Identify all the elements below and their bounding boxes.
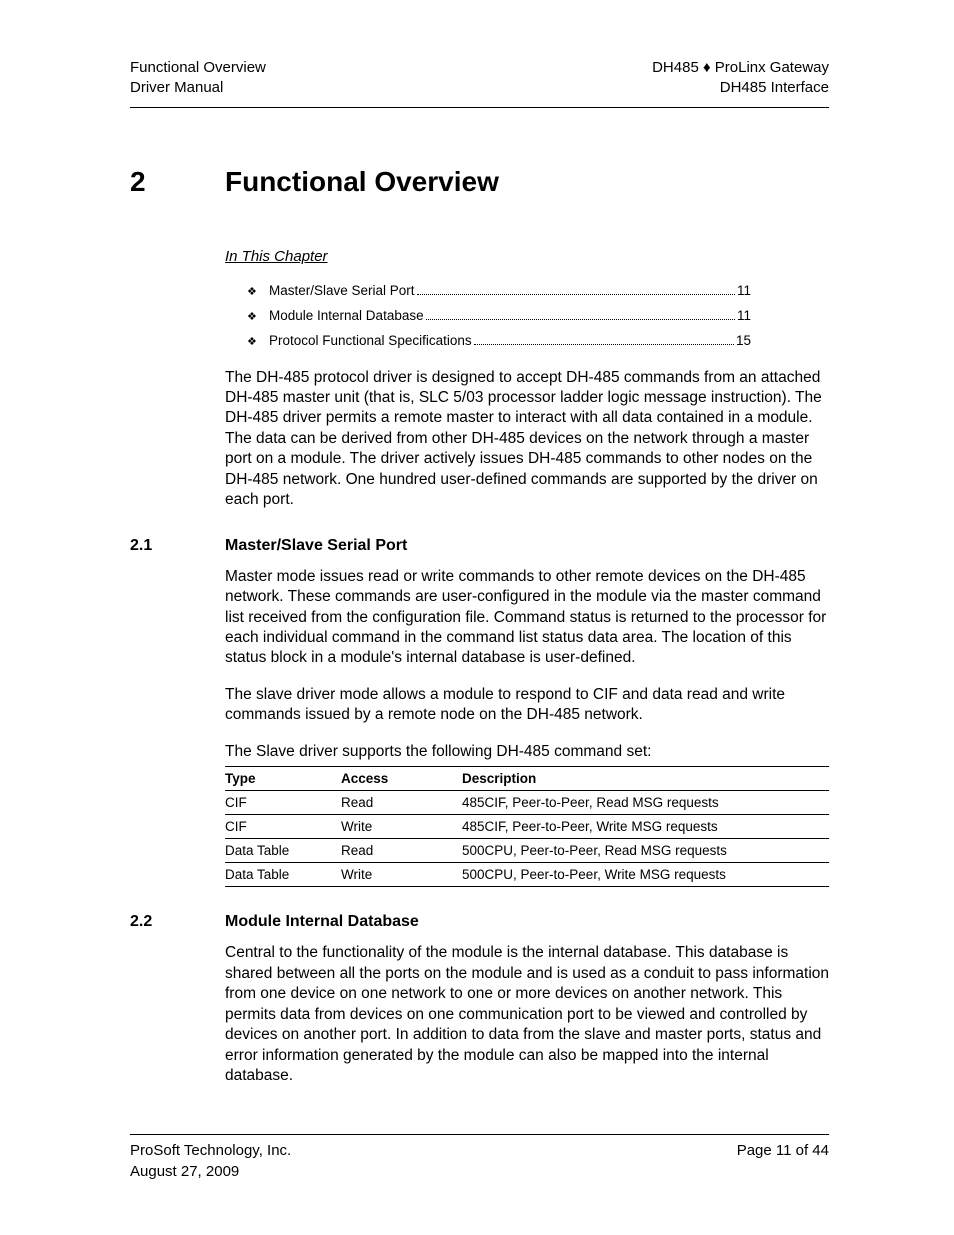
- toc-label: Protocol Functional Specifications: [269, 333, 472, 348]
- page-header: Functional Overview Driver Manual DH485 …: [130, 58, 829, 108]
- toc-leader: [474, 344, 734, 345]
- cell-access: Write: [341, 815, 462, 839]
- cell-desc: 500CPU, Peer-to-Peer, Write MSG requests: [462, 863, 829, 887]
- cell-access: Read: [341, 839, 462, 863]
- toc-page: 11: [737, 308, 829, 323]
- table-row: CIF Write 485CIF, Peer-to-Peer, Write MS…: [225, 815, 829, 839]
- toc-label: Module Internal Database: [269, 308, 424, 323]
- cell-desc: 485CIF, Peer-to-Peer, Write MSG requests: [462, 815, 829, 839]
- cell-type: Data Table: [225, 839, 341, 863]
- header-right: DH485 ♦ ProLinx Gateway DH485 Interface: [652, 58, 829, 99]
- section-number: 2.1: [130, 537, 225, 555]
- cell-desc: 500CPU, Peer-to-Peer, Read MSG requests: [462, 839, 829, 863]
- footer-page-number: Page 11 of 44: [737, 1141, 829, 1161]
- footer-date: August 27, 2009: [130, 1162, 291, 1182]
- section-heading-22: 2.2 Module Internal Database: [130, 913, 829, 931]
- section-title: Master/Slave Serial Port: [225, 537, 407, 555]
- header-left-line1: Functional Overview: [130, 58, 266, 78]
- table-header-type: Type: [225, 767, 341, 791]
- chapter-title: Functional Overview: [225, 166, 499, 198]
- footer-right: Page 11 of 44: [737, 1141, 829, 1182]
- in-this-chapter-block: In This Chapter ❖ Master/Slave Serial Po…: [225, 248, 829, 511]
- in-this-chapter-label: In This Chapter: [225, 248, 829, 265]
- chapter-number: 2: [130, 166, 225, 198]
- toc: ❖ Master/Slave Serial Port 11 ❖ Module I…: [225, 283, 829, 348]
- diamond-bullet-icon: ❖: [247, 335, 269, 348]
- body-paragraph: The Slave driver supports the following …: [225, 742, 829, 762]
- cell-access: Write: [341, 863, 462, 887]
- header-right-line2: DH485 Interface: [652, 78, 829, 98]
- header-right-line1: DH485 ♦ ProLinx Gateway: [652, 58, 829, 78]
- header-left-line2: Driver Manual: [130, 78, 266, 98]
- table-header-access: Access: [341, 767, 462, 791]
- table-row: CIF Read 485CIF, Peer-to-Peer, Read MSG …: [225, 791, 829, 815]
- table-header-description: Description: [462, 767, 829, 791]
- cell-desc: 485CIF, Peer-to-Peer, Read MSG requests: [462, 791, 829, 815]
- toc-item: ❖ Module Internal Database 11: [225, 308, 829, 323]
- toc-item: ❖ Master/Slave Serial Port 11: [225, 283, 829, 298]
- toc-page: 15: [736, 333, 829, 348]
- body-paragraph: Central to the functionality of the modu…: [225, 943, 829, 1086]
- cell-type: CIF: [225, 791, 341, 815]
- table-row: Data Table Read 500CPU, Peer-to-Peer, Re…: [225, 839, 829, 863]
- section-title: Module Internal Database: [225, 913, 419, 931]
- toc-leader: [417, 294, 735, 295]
- toc-item: ❖ Protocol Functional Specifications 15: [225, 333, 829, 348]
- toc-label: Master/Slave Serial Port: [269, 283, 415, 298]
- diamond-bullet-icon: ❖: [247, 285, 269, 298]
- page-footer: ProSoft Technology, Inc. August 27, 2009…: [130, 1134, 829, 1182]
- cell-type: Data Table: [225, 863, 341, 887]
- body-paragraph: Master mode issues read or write command…: [225, 567, 829, 669]
- toc-page: 11: [737, 283, 829, 298]
- cell-access: Read: [341, 791, 462, 815]
- command-set-table: Type Access Description CIF Read 485CIF,…: [225, 766, 829, 887]
- chapter-heading: 2 Functional Overview: [130, 166, 829, 198]
- header-left: Functional Overview Driver Manual: [130, 58, 266, 99]
- section-heading-21: 2.1 Master/Slave Serial Port: [130, 537, 829, 555]
- section-number: 2.2: [130, 913, 225, 931]
- cell-type: CIF: [225, 815, 341, 839]
- document-page: Functional Overview Driver Manual DH485 …: [0, 0, 954, 1232]
- diamond-bullet-icon: ❖: [247, 310, 269, 323]
- table-row: Data Table Write 500CPU, Peer-to-Peer, W…: [225, 863, 829, 887]
- section-21-body: Master mode issues read or write command…: [225, 567, 829, 888]
- footer-left: ProSoft Technology, Inc. August 27, 2009: [130, 1141, 291, 1182]
- intro-paragraph: The DH-485 protocol driver is designed t…: [225, 368, 829, 511]
- table-header-row: Type Access Description: [225, 767, 829, 791]
- section-22-body: Central to the functionality of the modu…: [225, 943, 829, 1086]
- toc-leader: [426, 319, 735, 320]
- footer-company: ProSoft Technology, Inc.: [130, 1141, 291, 1161]
- body-paragraph: The slave driver mode allows a module to…: [225, 685, 829, 726]
